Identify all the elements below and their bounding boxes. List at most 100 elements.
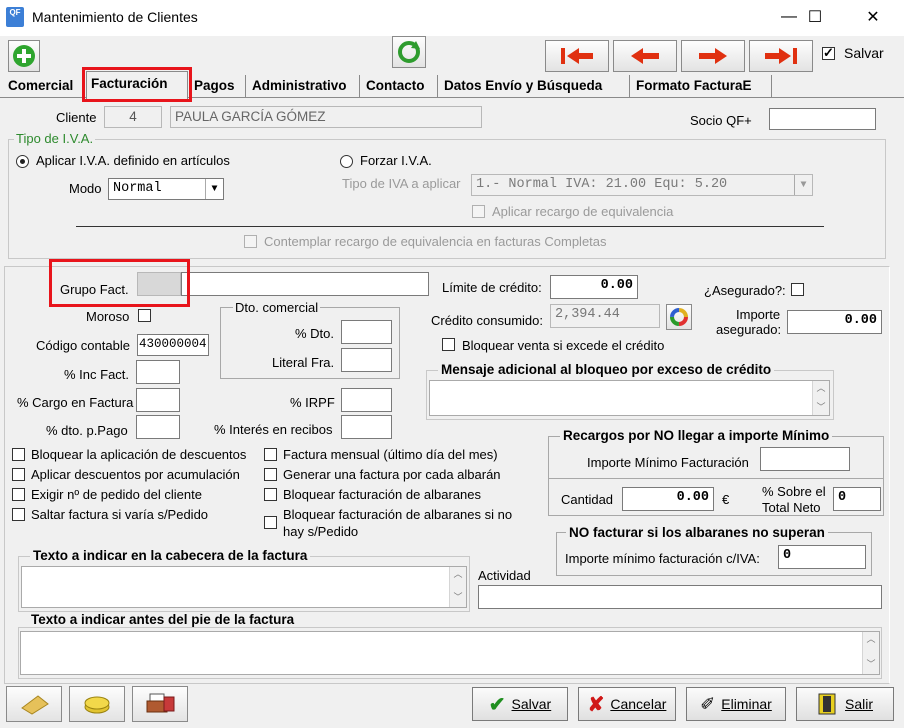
last-record-button[interactable] [749, 40, 813, 72]
texto-pie-title: Texto a indicar antes del pie de la fact… [28, 612, 298, 627]
eliminar-button-label: Eliminar [721, 696, 772, 712]
check-factura-mensual[interactable] [264, 448, 277, 461]
notes-button[interactable] [6, 686, 62, 722]
no-facturar-label: Importe mínimo facturación c/IVA: [565, 551, 760, 566]
forzar-iva-label: Forzar I.V.A. [360, 153, 432, 168]
grupo-fact-name[interactable] [181, 272, 429, 296]
window-title: Mantenimiento de Clientes [32, 9, 198, 25]
codigo-contable-input[interactable]: 430000004 [137, 334, 209, 356]
tab-formato-facturae[interactable]: Formato FacturaE [632, 75, 772, 97]
maximize-button[interactable]: ☐ [792, 0, 838, 34]
exigir-pedido-label: Exigir nº de pedido del cliente [31, 487, 202, 502]
mensaje-textarea[interactable]: ︿ ﹀ [429, 380, 830, 416]
importe-asegurado-label-2: asegurado: [716, 322, 782, 337]
credito-consumido-label: Crédito consumido: [431, 313, 543, 328]
credito-consumido-field: 2,394.44 [550, 304, 660, 328]
importe-minimo-input[interactable] [760, 447, 850, 471]
close-button[interactable]: ✕ [850, 0, 896, 34]
bloquear-credito-checkbox[interactable] [442, 338, 455, 351]
moroso-label: Moroso [86, 309, 130, 324]
next-record-button[interactable] [681, 40, 745, 72]
refresh-button[interactable] [392, 36, 426, 68]
inc-fact-label: % Inc Fact. [64, 367, 130, 382]
check-exigir-pedido[interactable] [12, 488, 25, 501]
first-record-button[interactable] [545, 40, 609, 72]
cliente-name-field: PAULA GARCÍA GÓMEZ [170, 106, 482, 128]
aplicar-iva-radio[interactable] [16, 155, 29, 168]
salir-button-label: Salir [844, 696, 873, 712]
tab-administrativo[interactable]: Administrativo [248, 75, 360, 97]
app-icon: QF [6, 7, 24, 27]
actividad-label: Actividad [478, 568, 531, 583]
salvar-button[interactable]: ✔ Salvar [472, 687, 568, 721]
cancelar-button[interactable]: ✘ Cancelar [578, 687, 676, 721]
recargos-divider [548, 478, 884, 479]
credito-refresh-button[interactable] [666, 304, 692, 330]
sobre-total-input[interactable]: 0 [833, 487, 881, 511]
inc-fact-input[interactable] [136, 360, 180, 384]
cantidad-label: Cantidad [561, 492, 614, 507]
limite-credito-input[interactable]: 0.00 [550, 275, 638, 299]
literal-fra-label: Literal Fra. [272, 355, 335, 370]
recargo-label: Aplicar recargo de equivalencia [492, 204, 674, 219]
refresh-icon [398, 41, 420, 63]
cantidad-input[interactable]: 0.00 [622, 487, 714, 511]
dto-input[interactable] [341, 320, 392, 344]
actividad-input[interactable] [478, 585, 882, 609]
dto-label: % Dto. [295, 326, 335, 341]
eliminar-button[interactable]: ✐ Eliminar [686, 687, 786, 721]
check-bloquear-descuentos[interactable] [12, 448, 25, 461]
tab-comercial[interactable]: Comercial [4, 75, 83, 97]
texto-cabecera-title: Texto a indicar en la cabecera de la fac… [30, 548, 311, 563]
importe-asegurado-input[interactable]: 0.00 [787, 310, 882, 334]
aplicar-descuentos-label: Aplicar descuentos por acumulación [31, 467, 240, 482]
tab-datos-envio[interactable]: Datos Envío y Búsqueda [440, 75, 630, 97]
texto-cabecera-textarea[interactable]: ︿ ﹀ [21, 566, 467, 608]
check-bloquear-albaranes[interactable] [264, 488, 277, 501]
texto-pie-textarea[interactable]: ︿ ﹀ [20, 631, 880, 675]
modo-value: Normal [113, 181, 162, 196]
eraser-icon: ✐ [700, 693, 716, 714]
print-button[interactable] [132, 686, 188, 722]
salvar-checkbox[interactable] [822, 45, 835, 61]
bloquear-albaranes-pedido-label-1: Bloquear facturación de albaranes si no [283, 507, 513, 522]
mensaje-scrollbar[interactable]: ︿ ﹀ [812, 381, 829, 415]
tab-pagos[interactable]: Pagos [190, 75, 246, 97]
saltar-factura-label: Saltar factura si varía s/Pedido [31, 507, 209, 522]
iva-divider [76, 226, 824, 227]
texto-cabecera-scrollbar[interactable]: ︿ ﹀ [449, 567, 466, 607]
add-button[interactable] [8, 40, 40, 72]
irpf-input[interactable] [341, 388, 392, 412]
salir-button[interactable]: Salir [796, 687, 894, 721]
iva-group-title: Tipo de I.V.A. [14, 131, 96, 146]
check-aplicar-descuentos[interactable] [12, 468, 25, 481]
cargo-factura-input[interactable] [136, 388, 180, 412]
no-facturar-input[interactable]: 0 [778, 545, 866, 569]
modo-select[interactable]: Normal ▼ [108, 178, 224, 200]
modo-label: Modo [69, 181, 102, 196]
previous-record-button[interactable] [613, 40, 677, 72]
currency-label: € [722, 492, 730, 507]
mensaje-title: Mensaje adicional al bloqueo por exceso … [438, 362, 775, 377]
texto-pie-scrollbar[interactable]: ︿ ﹀ [862, 632, 879, 674]
bloquear-credito-label: Bloquear venta si excede el crédito [462, 338, 665, 353]
socio-label: Socio QF+ [690, 113, 752, 128]
chevron-down-icon: ▼ [205, 179, 223, 199]
coins-button[interactable] [69, 686, 125, 722]
interes-input[interactable] [341, 415, 392, 439]
dto-pago-input[interactable] [136, 415, 180, 439]
grupo-fact-highlight [49, 259, 190, 307]
tab-contacto[interactable]: Contacto [362, 75, 438, 97]
tipo-iva-select: 1.- Normal IVA: 21.00 Equ: 5.20 ▼ [471, 174, 813, 196]
check-bloquear-albaranes-pedido[interactable] [264, 516, 277, 529]
check-saltar-factura[interactable] [12, 508, 25, 521]
socio-input[interactable] [769, 108, 876, 130]
literal-fra-input[interactable] [341, 348, 392, 372]
asegurado-checkbox[interactable] [791, 283, 804, 296]
bloquear-descuentos-label: Bloquear la aplicación de descuentos [31, 447, 247, 462]
forzar-iva-radio[interactable] [340, 155, 353, 168]
codigo-contable-label: Código contable [36, 338, 130, 353]
check-factura-por-albaran[interactable] [264, 468, 277, 481]
salvar-button-label: Salvar [511, 696, 552, 712]
moroso-checkbox[interactable] [138, 309, 151, 322]
